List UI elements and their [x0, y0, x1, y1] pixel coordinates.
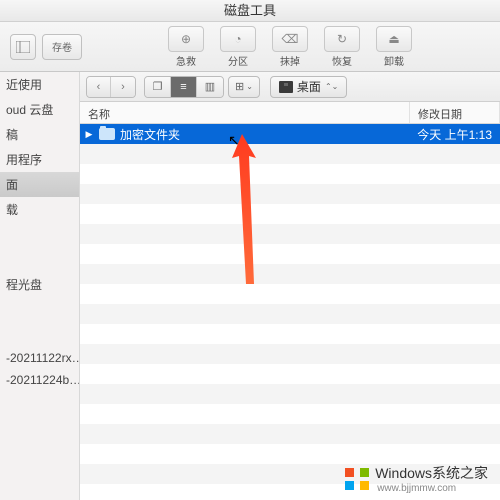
partition-icon: ◔	[234, 32, 241, 46]
header-name[interactable]: 名称	[80, 102, 410, 123]
erase-icon: ⌫	[282, 32, 299, 46]
sidebar-desktop[interactable]: 面	[0, 172, 79, 197]
location-label: 桌面	[297, 78, 321, 95]
nav-back-button[interactable]: ‹	[87, 77, 111, 97]
sidebar-downloads[interactable]: 载	[0, 197, 79, 222]
sidebar-applications[interactable]: 用程序	[0, 147, 79, 172]
first-aid-icon: ⊕	[181, 32, 191, 46]
disk-utility-window: 磁盘工具 存卷 ⊕ 急救 ◔ 分区 ⌫ 抹	[0, 0, 500, 500]
sidebar-tag-2[interactable]: -20211224b…	[0, 369, 79, 391]
desktop-icon	[279, 81, 293, 93]
nav-forward-button[interactable]: ›	[111, 77, 135, 97]
view-columns-button[interactable]: ▥	[197, 77, 223, 97]
chevron-updown-icon: ⌃⌄	[325, 82, 338, 91]
unmount-button[interactable]: ⏏ 卸载	[368, 26, 420, 68]
sidebar-recents[interactable]: 近使用	[0, 72, 79, 97]
unmount-icon: ⏏	[388, 32, 399, 46]
pathbar: ‹ › ❐ ≡ ▥ ⊞ ⌄ 桌面 ⌃⌄	[80, 72, 500, 102]
view-icons-button[interactable]: ❐	[145, 77, 171, 97]
nav-back-forward[interactable]: ‹ ›	[86, 76, 136, 98]
main-panel: ‹ › ❐ ≡ ▥ ⊞ ⌄ 桌面 ⌃⌄ 名称	[80, 72, 500, 500]
location-selector[interactable]: 桌面 ⌃⌄	[270, 76, 347, 98]
toolbar: 存卷 ⊕ 急救 ◔ 分区 ⌫ 抹掉 ↻ 恢复	[0, 22, 500, 72]
sidebar-tag-1[interactable]: -20211122rx…	[0, 347, 79, 369]
group-by-button[interactable]: ⊞ ⌄	[228, 76, 260, 98]
erase-button[interactable]: ⌫ 抹掉	[264, 26, 316, 68]
view-list-button[interactable]: ≡	[171, 77, 197, 97]
file-name: 加密文件夹	[120, 126, 410, 143]
folder-icon	[99, 128, 115, 140]
view-mode-segment[interactable]: ❐ ≡ ▥	[144, 76, 224, 98]
sidebar-remote-disc[interactable]: 程光盘	[0, 272, 79, 297]
add-volume-button[interactable]: 存卷	[42, 34, 82, 60]
window-title: 磁盘工具	[224, 3, 276, 18]
partition-button[interactable]: ◔ 分区	[212, 26, 264, 68]
file-row-encrypted-folder[interactable]: ▶ 加密文件夹 今天 上午1:13	[80, 124, 500, 144]
chevron-down-icon: ⌄	[246, 82, 253, 91]
show-sidebar-button[interactable]	[10, 34, 36, 60]
first-aid-button[interactable]: ⊕ 急救	[160, 26, 212, 68]
header-date[interactable]: 修改日期	[410, 102, 500, 123]
group-icon: ⊞	[235, 80, 244, 93]
file-date: 今天 上午1:13	[410, 126, 500, 143]
add-volume-label: 存卷	[52, 39, 72, 54]
restore-icon: ↻	[337, 32, 347, 46]
titlebar: 磁盘工具	[0, 0, 500, 22]
restore-button[interactable]: ↻ 恢复	[316, 26, 368, 68]
sidebar-icloud[interactable]: oud 云盘	[0, 97, 79, 122]
sidebar: 近使用 oud 云盘 稿 用程序 面 载 程光盘 -20211122rx… -2…	[0, 72, 80, 500]
column-headers: 名称 修改日期	[80, 102, 500, 124]
sidebar-drafts[interactable]: 稿	[0, 122, 79, 147]
file-list[interactable]: ▶ 加密文件夹 今天 上午1:13	[80, 124, 500, 500]
disclosure-triangle-icon[interactable]: ▶	[84, 129, 94, 140]
